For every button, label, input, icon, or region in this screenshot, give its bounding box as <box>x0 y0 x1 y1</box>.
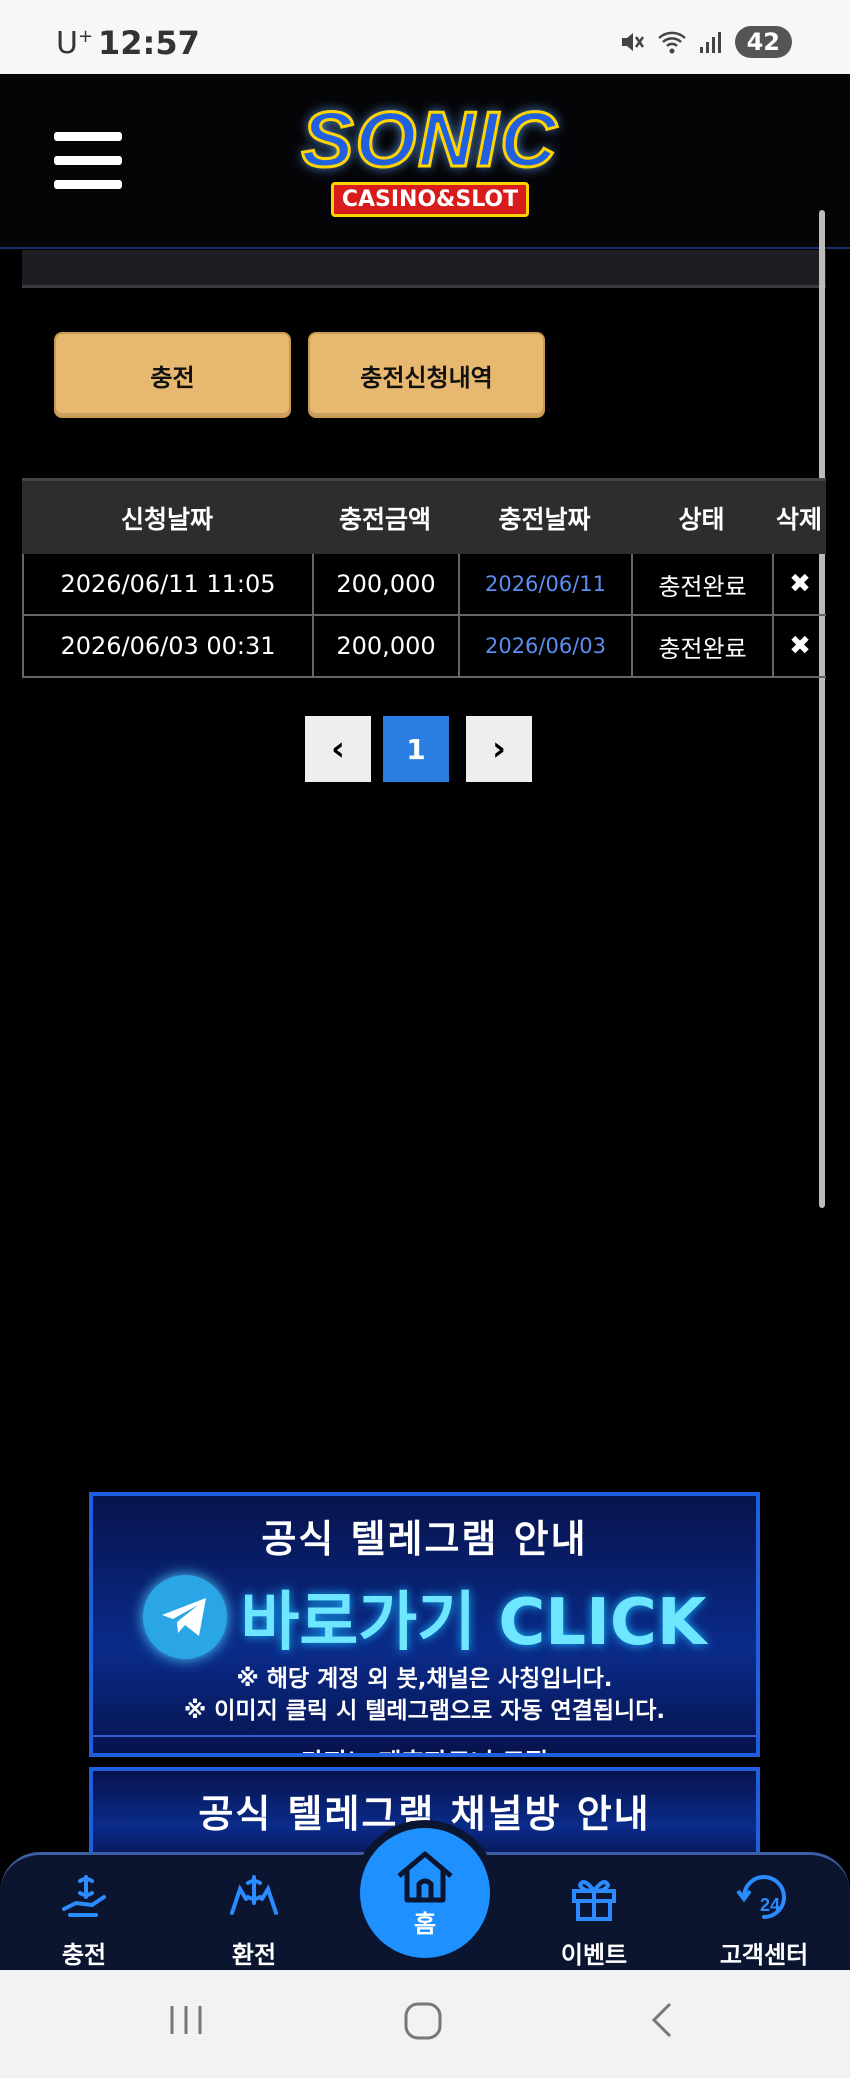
banner-title: 공식 텔레그램 안내 <box>261 1517 588 1561</box>
banner-footer: 카지노 제휴파트너 모집 <box>93 1735 756 1753</box>
nav-home-label: 홈 <box>413 1909 437 1938</box>
logo-main-text: SONIC <box>300 95 559 184</box>
cell-amount: 200,000 <box>312 616 458 676</box>
header-charge-date: 충전날짜 <box>498 504 591 534</box>
carrier-text: U <box>56 26 78 61</box>
cell-request-date: 2026/06/11 11:05 <box>22 554 312 614</box>
banner-note-1: ※ 해당 계정 외 봇,채널은 사칭입니다. <box>236 1666 613 1692</box>
cell-status: 충전완료 <box>631 616 772 676</box>
logo-sub-text: CASINO&SLOT <box>330 182 530 217</box>
nav-exchange-label: 환전 <box>231 1941 277 1969</box>
carrier-label: U+ <box>56 26 93 61</box>
table-header: 신청날짜 충전금액 충전날짜 상태 삭제 <box>22 478 826 554</box>
header-amount: 충전금액 <box>338 504 431 534</box>
prev-page-button[interactable]: ‹ <box>305 716 371 782</box>
scrollbar[interactable] <box>819 210 825 1208</box>
android-nav-bar <box>0 1970 850 2078</box>
status-icons: 42 <box>619 26 792 58</box>
carrier-sup: + <box>77 26 94 47</box>
table-row: 2026/06/11 11:05 200,000 2026/06/11 충전완료… <box>22 554 826 616</box>
cell-status: 충전완료 <box>631 554 772 614</box>
menu-icon[interactable] <box>54 132 122 189</box>
exchange-icon <box>230 1875 278 1915</box>
telegram-icon <box>142 1575 227 1659</box>
banner-click-row: 바로가기 CLICK <box>93 1571 756 1663</box>
charge-icon <box>62 1875 106 1917</box>
page-1-button[interactable]: 1 <box>383 716 449 782</box>
nav-event-label: 이벤트 <box>560 1941 628 1969</box>
cell-charge-date: 2026/06/11 <box>458 554 631 614</box>
table-row: 2026/06/03 00:31 200,000 2026/06/03 충전완료… <box>22 616 826 678</box>
header-delete: 삭제 <box>775 504 822 534</box>
nav-home[interactable]: 홈 <box>352 1820 498 1966</box>
gift-icon <box>572 1880 616 1921</box>
charge-history-table: 신청날짜 충전금액 충전날짜 상태 삭제 2026/06/11 11:05 20… <box>22 478 826 678</box>
status-bar: U+ 12:57 42 <box>0 0 850 74</box>
charge-button[interactable]: 충전 <box>54 332 291 418</box>
cell-request-date: 2026/06/03 00:31 <box>22 616 312 676</box>
battery-badge: 42 <box>734 26 792 58</box>
nav-charge-label: 충전 <box>61 1941 107 1969</box>
support-24-icon: 24 <box>736 1875 786 1919</box>
nav-event[interactable]: 이벤트 <box>534 1869 654 1970</box>
nav-customer-center[interactable]: 24 고객센터 <box>704 1869 824 1970</box>
recent-apps-icon[interactable] <box>166 2000 206 2040</box>
cell-amount: 200,000 <box>312 554 458 614</box>
nav-customer-center-label: 고객센터 <box>719 1941 809 1969</box>
header-request-date: 신청날짜 <box>120 504 213 534</box>
cell-charge-date: 2026/06/03 <box>458 616 631 676</box>
charge-history-button[interactable]: 충전신청내역 <box>308 332 545 418</box>
next-page-button[interactable]: › <box>466 716 532 782</box>
wifi-icon <box>657 31 686 54</box>
signal-icon <box>699 32 721 53</box>
svg-text:24: 24 <box>760 1895 780 1915</box>
nav-exchange[interactable]: 환전 <box>194 1869 314 1970</box>
delete-icon[interactable]: ✖ <box>772 616 826 676</box>
header-status: 상태 <box>678 504 725 534</box>
status-time: 12:57 <box>98 24 200 62</box>
home-icon <box>397 1851 453 1902</box>
banner-note-2: ※ 이미지 클릭 시 텔레그램으로 자동 연결됩니다. <box>183 1698 666 1724</box>
page-title-strip <box>22 250 826 288</box>
banner-click-text: 바로가기 CLICK <box>240 1586 707 1660</box>
delete-icon[interactable]: ✖ <box>772 554 826 614</box>
site-logo[interactable]: SONIC CASINO&SLOT <box>270 95 590 217</box>
telegram-banner[interactable]: 공식 텔레그램 안내 바로가기 CLICK ※ 해당 계정 외 봇,채널은 사칭… <box>89 1492 760 1757</box>
site-header: SONIC CASINO&SLOT <box>0 74 850 249</box>
home-button-icon[interactable] <box>402 2000 444 2042</box>
mute-icon <box>621 33 644 51</box>
back-icon[interactable] <box>646 2000 676 2040</box>
nav-charge[interactable]: 충전 <box>24 1869 144 1970</box>
